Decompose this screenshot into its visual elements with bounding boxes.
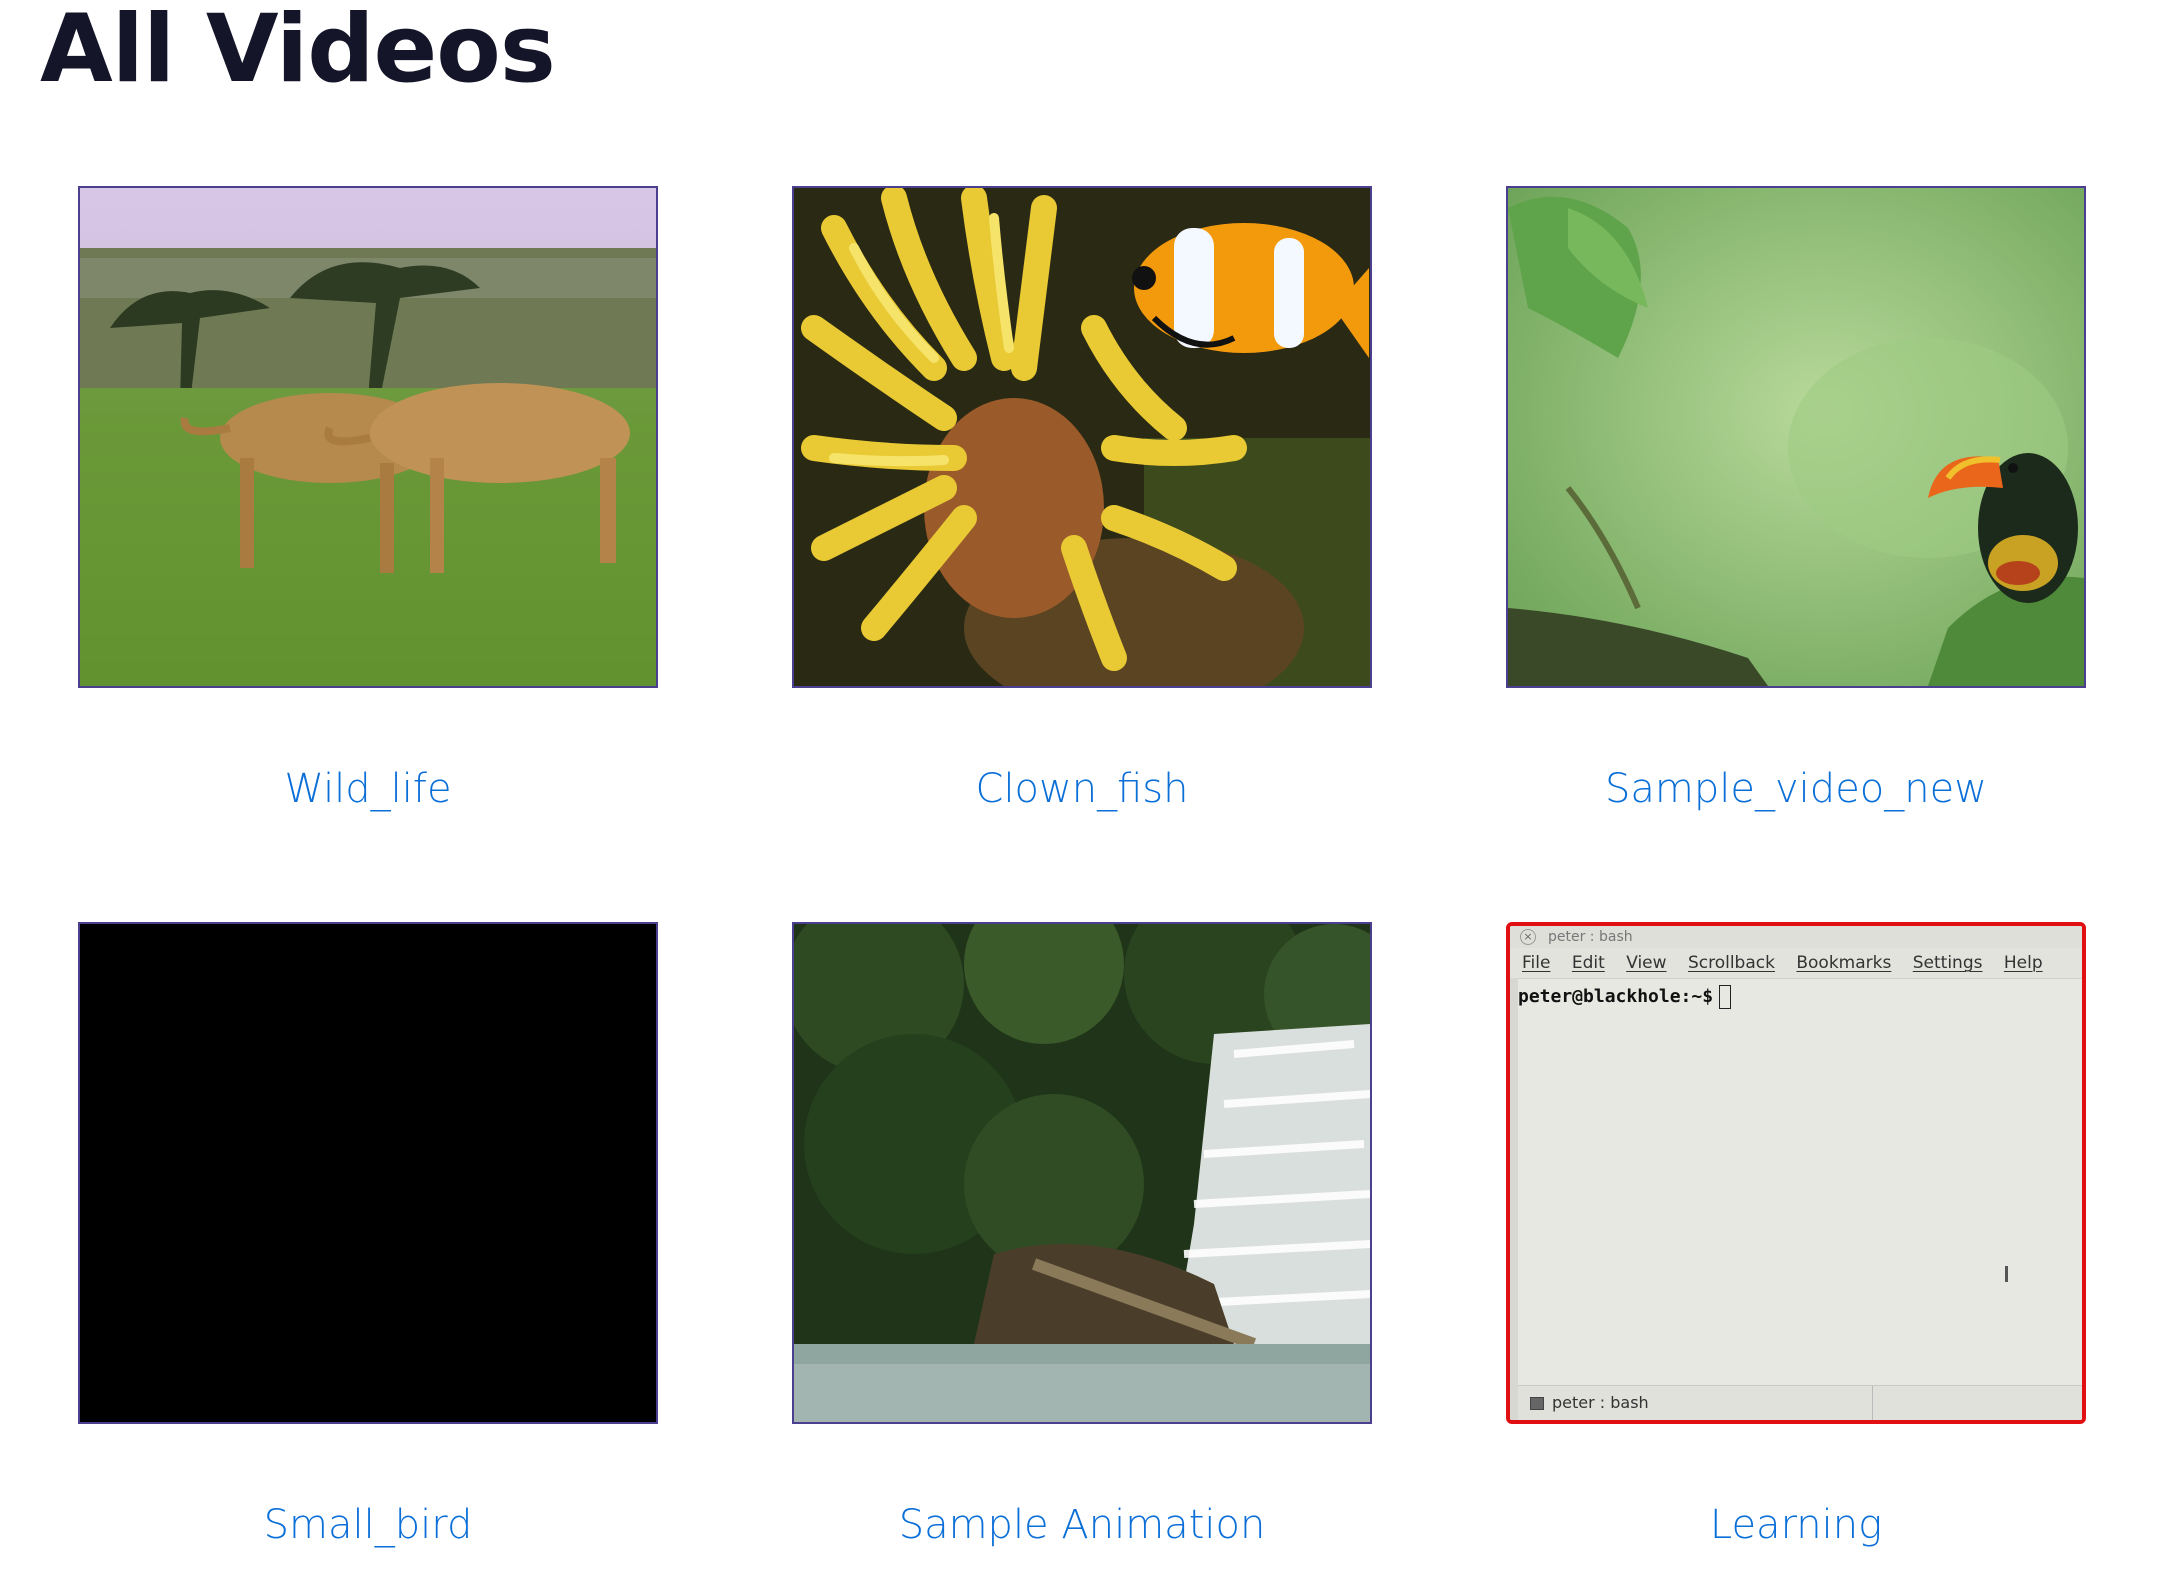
terminal-tab: peter : bash	[1518, 1386, 1873, 1420]
waterfall-thumbnail-image	[794, 924, 1370, 1422]
terminal-tab-label: peter : bash	[1552, 1393, 1649, 1412]
video-title-link[interactable]: Sample Animation	[792, 1502, 1372, 1548]
terminal-titlebar: × peter : bash	[1510, 926, 2082, 948]
video-card-small-bird: Small_bird	[78, 922, 658, 1548]
terminal-window-title: peter : bash	[1548, 929, 1633, 945]
close-icon: ×	[1520, 929, 1536, 945]
video-card-learning: × peter : bash File Edit View Scrollback…	[1506, 922, 2086, 1548]
video-title-link[interactable]: Sample_video_new	[1506, 766, 2086, 812]
clownfish-thumbnail-image	[794, 188, 1370, 686]
page-title: All Videos	[40, 0, 556, 104]
terminal-menu-view: View	[1626, 953, 1667, 973]
terminal-menu-scrollback: Scrollback	[1687, 953, 1775, 973]
video-title-link[interactable]: Wild_life	[78, 766, 658, 812]
video-card-clown-fish: Clown_fish	[792, 186, 1372, 812]
video-card-wild-life: Wild_life	[78, 186, 658, 812]
terminal-menu-settings: Settings	[1912, 953, 1983, 973]
ibeam-cursor-icon	[2005, 1266, 2008, 1282]
video-thumbnail-learning[interactable]: × peter : bash File Edit View Scrollback…	[1506, 922, 2086, 1424]
cursor-icon	[1719, 985, 1732, 1009]
terminal-menu-file: File	[1522, 953, 1551, 973]
terminal-tab-icon	[1530, 1397, 1544, 1410]
terminal-statusbar: peter : bash	[1518, 1385, 2082, 1420]
video-thumbnail-small-bird[interactable]	[78, 922, 658, 1424]
video-title-link[interactable]: Learning	[1506, 1502, 2086, 1548]
terminal-menubar: File Edit View Scrollback Bookmarks Sett…	[1510, 948, 2082, 979]
video-title-link[interactable]: Clown_fish	[792, 766, 1372, 812]
toucan-thumbnail-image	[1508, 188, 2084, 686]
video-title-link[interactable]: Small_bird	[78, 1502, 658, 1548]
terminal-prompt: peter@blackhole:~$	[1518, 986, 1714, 1007]
video-thumbnail-clown-fish[interactable]	[792, 186, 1372, 688]
terminal-menu-help: Help	[2003, 953, 2043, 973]
video-thumbnail-sample-video-new[interactable]	[1506, 186, 2086, 688]
video-thumbnail-wild-life[interactable]	[78, 186, 658, 688]
video-thumbnail-sample-animation[interactable]	[792, 922, 1372, 1424]
video-card-sample-animation: Sample Animation	[792, 922, 1372, 1548]
lions-thumbnail-image	[80, 188, 656, 686]
terminal-menu-bookmarks: Bookmarks	[1796, 953, 1892, 973]
video-card-sample-video-new: Sample_video_new	[1506, 186, 2086, 812]
terminal-thumbnail-image: × peter : bash File Edit View Scrollback…	[1510, 926, 2082, 1420]
terminal-menu-edit: Edit	[1571, 953, 1605, 973]
terminal-left-border	[1510, 978, 1518, 1420]
terminal-prompt-line: peter@blackhole:~$	[1510, 979, 2082, 1009]
